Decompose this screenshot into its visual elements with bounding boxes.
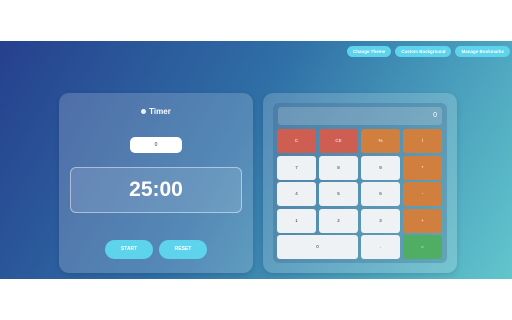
start-button[interactable]: START bbox=[105, 240, 153, 259]
top-toolbar: Change Theme Custom Background Manage Bo… bbox=[346, 46, 510, 57]
custom-background-button[interactable]: Custom Background bbox=[395, 46, 452, 57]
calc-key-9[interactable]: 9 bbox=[361, 155, 400, 180]
calc-key-decimal[interactable]: . bbox=[361, 235, 400, 259]
calc-key-1[interactable]: 1 bbox=[277, 208, 316, 233]
calc-key-2[interactable]: 2 bbox=[319, 208, 358, 233]
reset-button[interactable]: RESET bbox=[159, 240, 207, 259]
calc-key-multiply[interactable]: * bbox=[403, 155, 442, 180]
timer-title: Timer bbox=[149, 107, 171, 116]
calc-key-subtract[interactable]: - bbox=[403, 182, 442, 206]
calc-key-7[interactable]: 7 bbox=[277, 155, 316, 180]
calc-key-clear[interactable]: C bbox=[277, 129, 316, 153]
calculator-panel: 0 C CE%/ 7 8 9 * 4 5 6- 1 2 3 +0. = bbox=[263, 93, 457, 273]
minutes-input[interactable]: 0 bbox=[130, 137, 182, 153]
calc-key-add[interactable]: + bbox=[403, 208, 442, 233]
calc-key-3[interactable]: 3 bbox=[361, 208, 400, 233]
calc-key-8[interactable]: 8 bbox=[319, 155, 358, 180]
change-theme-button[interactable]: Change Theme bbox=[346, 46, 392, 57]
calculator-body: 0 C CE%/ 7 8 9 * 4 5 6- 1 2 3 +0. = bbox=[273, 103, 447, 263]
calc-key-0[interactable]: 0 bbox=[277, 235, 358, 259]
manage-bookmarks-button[interactable]: Manage Bookmarks bbox=[455, 46, 510, 57]
timer-heading: Timer bbox=[59, 107, 253, 116]
calc-key-divide[interactable]: / bbox=[403, 129, 442, 153]
calc-key-equals[interactable]: = bbox=[403, 235, 442, 259]
calc-key-clear-entry[interactable]: CE bbox=[319, 129, 358, 153]
timer-dot-icon bbox=[141, 109, 147, 114]
calc-key-5[interactable]: 5 bbox=[319, 182, 358, 206]
app-background: Change Theme Custom Background Manage Bo… bbox=[0, 41, 512, 279]
calc-key-6[interactable]: 6 bbox=[361, 182, 400, 206]
calc-key-4[interactable]: 4 bbox=[277, 182, 316, 206]
timer-display: 25:00 bbox=[70, 167, 242, 213]
timer-panel: Timer 0 25:00 START RESET bbox=[59, 93, 253, 273]
calc-key-percent[interactable]: % bbox=[361, 129, 400, 153]
calculator-display: 0 bbox=[278, 107, 442, 125]
